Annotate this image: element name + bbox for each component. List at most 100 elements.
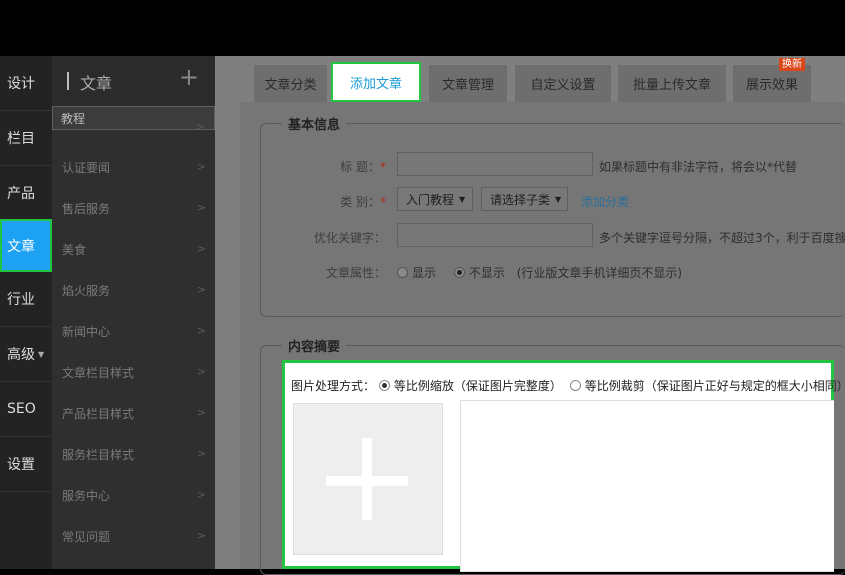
nav-advanced[interactable]: 高级 ▼ [0,327,52,382]
select-value: 请选择子类 [490,192,551,207]
tab-label: 文章管理 [441,78,494,93]
sub-item-label: 焰火服务 [62,284,111,298]
sub-item[interactable]: 售后服务 > [52,188,215,229]
label-text: 类 别： [340,195,380,209]
sub-item[interactable]: 认证要闻 > [52,147,215,188]
chevron-right-icon: > [196,406,206,419]
nav-seo[interactable]: SEO [0,382,52,437]
title-input[interactable] [397,152,593,176]
summary-legend: 内容摘要 [282,336,347,355]
title-hint: 如果标题中有非法字符，将会以*代替 [599,160,798,174]
required-mark: * [380,195,386,209]
tab-label: 添加文章 [349,76,402,92]
nav-label: SEO [7,401,36,417]
sub-item[interactable]: 美食 > [52,229,215,270]
nav-label: 栏目 [7,131,35,147]
header-bar [67,72,69,90]
sub-item-label: 常见问题 [62,530,111,544]
mode-crop-radio[interactable]: 等比例裁剪（保证图片正好与规定的框大小相同） [569,379,845,393]
mode-scale-radio[interactable]: 等比例缩放（保证图片完整度） [378,379,562,393]
new-badge: 换新 [779,58,805,71]
tab-bar: 文章分类 添加文章 文章管理 自定义设置 批量上传文章 展示效果 换新 [215,56,845,102]
chevron-right-icon: > [196,201,206,214]
keywords-label: 优化关键字： [313,231,386,245]
sub-item[interactable]: 教程 > [52,106,215,133]
sub-item[interactable]: 服务栏目样式 > [52,434,215,475]
radio-label: 不显示 [468,266,505,280]
attr-hide-radio[interactable]: 不显示 [453,266,505,280]
radio-icon [397,267,408,278]
nav-column[interactable]: 栏目 [0,111,52,166]
highlighted-summary-area: 图片处理方式： 等比例缩放（保证图片完整度） 等比例裁剪（保证图片正好与规定的框… [282,360,845,572]
attr-show-radio[interactable]: 显示 [397,266,436,280]
sub-nav-title: 文章 [80,74,113,93]
tab-article-manage[interactable]: 文章管理 [429,65,507,102]
sub-item[interactable]: 产品栏目样式 > [52,393,215,434]
image-mode-row: 图片处理方式： 等比例缩放（保证图片完整度） 等比例裁剪（保证图片正好与规定的框… [291,377,845,394]
sub-item-label: 认证要闻 [62,161,111,175]
radio-label: 等比例裁剪（保证图片正好与规定的框大小相同） [584,379,845,393]
sub-item-label: 产品栏目样式 [62,407,135,421]
chevron-right-icon: > [196,529,206,542]
plus-icon [362,438,372,520]
nav-article[interactable]: 文章 [0,219,52,272]
subcategory-select[interactable]: 请选择子类 ▼ [481,187,568,211]
tab-display-effect[interactable]: 展示效果 换新 [733,58,811,102]
sub-item[interactable]: 焰火服务 > [52,270,215,311]
add-category-icon[interactable]: + [179,65,199,89]
attr-note: (行业版文章手机详细页不显示) [516,266,683,280]
caret-down-icon: ▼ [38,349,45,359]
image-mode-label: 图片处理方式： [291,379,376,393]
add-category-link[interactable]: 添加分类 [581,193,629,210]
chevron-right-icon: > [196,488,206,501]
sub-item-label: 新闻中心 [62,325,111,339]
tab-label: 文章分类 [264,78,317,93]
top-bar [0,0,845,56]
attr-radio-group: 显示 不显示 (行业版文章手机详细页不显示) [397,264,682,281]
category-select[interactable]: 入门教程 ▼ [397,187,473,211]
sub-item[interactable]: 服务中心 > [52,475,215,516]
sub-item-label: 服务栏目样式 [62,448,135,462]
caret-down-icon: ▼ [555,194,562,204]
nav-label: 行业 [7,292,35,308]
tab-custom-settings[interactable]: 自定义设置 [515,65,611,102]
keywords-input[interactable] [397,223,593,247]
nav-design[interactable]: 设计 [0,56,52,111]
radio-label: 显示 [412,266,437,280]
nav-settings[interactable]: 设置 [0,437,52,492]
tab-label: 批量上传文章 [632,78,711,93]
chevron-right-icon: > [196,447,206,460]
radio-icon [569,380,581,391]
nav-label: 设置 [7,457,35,473]
sub-item[interactable]: 新闻中心 > [52,311,215,352]
tab-add-article[interactable]: 添加文章 [331,62,421,102]
chevron-right-icon: > [196,160,206,173]
sub-item-label: 服务中心 [62,489,111,503]
nav-label: 设计 [7,76,35,92]
nav-label: 产品 [7,186,35,202]
sub-item-label: 文章栏目样式 [62,366,135,380]
radio-label: 等比例缩放（保证图片完整度） [393,379,562,393]
nav-product[interactable]: 产品 [0,166,52,221]
image-upload-box[interactable] [293,403,443,555]
sub-item[interactable]: 常见问题 > [52,516,215,557]
sub-nav-header: 文章 + [52,56,215,106]
category-label: 类 别：* [286,193,386,210]
radio-checked-icon [453,267,465,278]
nav-industry[interactable]: 行业 [0,272,52,327]
nav-label: 高级 [7,347,35,363]
summary-textarea[interactable] [460,400,834,572]
chevron-right-icon: > [196,324,206,337]
label-text: 标 题： [340,160,380,174]
keywords-hint: 多个关键字逗号分隔，不超过3个，利于百度搜索 [599,231,845,245]
sub-item-label: 教程 [61,111,86,126]
tab-article-category[interactable]: 文章分类 [254,65,327,102]
caret-down-icon: ▼ [459,194,466,204]
chevron-right-icon: > [196,365,206,378]
main-nav: 设计 栏目 产品 文章 行业 高级 ▼ SEO 设置 [0,56,52,569]
tab-bulk-upload[interactable]: 批量上传文章 [618,65,726,102]
sub-item-label: 美食 [62,243,87,257]
required-mark: * [380,160,386,174]
sub-item[interactable]: 文章栏目样式 > [52,352,215,393]
chevron-right-icon: > [196,242,206,255]
